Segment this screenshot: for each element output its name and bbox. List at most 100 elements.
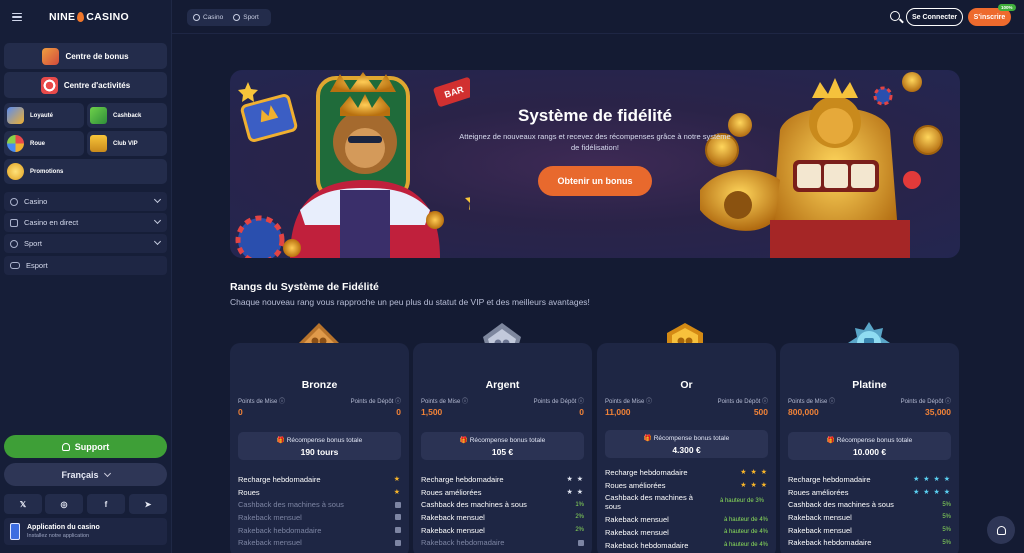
- signup-bonus-badge: 100%: [998, 4, 1016, 11]
- deposit-points-text: Points de Dépôt: [717, 399, 761, 405]
- wheel-icon: [7, 135, 24, 152]
- deposit-points-text: Points de Dépôt: [900, 399, 944, 405]
- activity-center-button[interactable]: Centre d'activités: [4, 72, 167, 98]
- rank-card-gold: Or Points de Mise ⓘ Points de Dépôt ⓘ 11…: [597, 343, 776, 553]
- deposit-points-label: Points de Dépôt ⓘ: [717, 399, 768, 405]
- feature-label: Rakeback hebdomadaire: [421, 538, 505, 548]
- reward-box: 🎁 Récompense bonus totale 4.300 €: [605, 430, 768, 458]
- feature-label: Rakeback mensuel: [421, 525, 485, 535]
- star-icon: ★: [393, 476, 401, 484]
- login-button[interactable]: Se Connecter: [906, 8, 963, 26]
- toggle-sport[interactable]: Sport: [230, 14, 262, 21]
- feature-row: Roues améliorées ★ ★: [421, 486, 584, 499]
- rank-name: Bronze: [301, 379, 338, 391]
- app-download-banner[interactable]: Application du casino Installez notre ap…: [4, 518, 167, 545]
- feature-label: Recharge hebdomadaire: [238, 474, 321, 484]
- nav-casino[interactable]: Casino: [4, 192, 167, 211]
- feature-row: Recharge hebdomadaire ★ ★: [421, 473, 584, 486]
- feature-value: à hauteur de 4%: [723, 529, 768, 536]
- reward-title-text: Récompense bonus totale: [653, 435, 730, 442]
- stake-points-value: 0: [238, 407, 243, 417]
- stake-points-text: Points de Mise: [238, 399, 278, 405]
- flame-icon: [77, 12, 85, 22]
- wheel-button[interactable]: Roue: [4, 131, 84, 156]
- hero-title: Système de fidélité: [517, 106, 672, 125]
- section-title: Rangs du Système de Fidélité: [230, 281, 379, 293]
- feature-list: Recharge hebdomadaire ★ Roues ★ Cashback d…: [238, 473, 401, 549]
- feature-label: Rakeback mensuel: [605, 527, 669, 537]
- feature-row: Roues améliorées ★ ★ ★ ★: [788, 486, 951, 499]
- toggle-casino-label: Casino: [203, 14, 224, 21]
- stake-points-text: Points de Mise: [605, 399, 645, 405]
- lock-icon: [395, 501, 401, 508]
- language-select[interactable]: Français: [4, 463, 167, 486]
- get-bonus-button[interactable]: Obtenir un bonus: [538, 166, 652, 196]
- live-chat-button[interactable]: [987, 516, 1015, 544]
- reward-box: 🎁 Récompense bonus totale 10.000 €: [788, 432, 951, 460]
- facebook-icon[interactable]: f: [87, 494, 125, 514]
- cherry-icon: [10, 197, 18, 206]
- feature-label: Roues améliorées: [788, 487, 849, 497]
- feature-value: à hauteur de 4%: [723, 542, 768, 549]
- instagram-icon[interactable]: ◎: [45, 494, 83, 514]
- nav-sport-label: Sport: [24, 239, 42, 248]
- support-label: Support: [74, 441, 110, 452]
- chevron-down-icon: [153, 237, 162, 246]
- feature-label: Roues améliorées: [605, 480, 666, 490]
- reward-title-text: Récompense bonus totale: [836, 437, 913, 444]
- feature-label: Rakeback hebdomadaire: [238, 525, 322, 535]
- nav-sport[interactable]: Sport: [4, 234, 167, 253]
- stake-points-label: Points de Mise ⓘ: [421, 399, 469, 405]
- vip-club-button[interactable]: Club VIP: [87, 131, 167, 156]
- feature-list: Recharge hebdomadaire ★ ★ ★ ★ Roues améli…: [788, 473, 951, 549]
- deposit-points-text: Points de Dépôt: [533, 399, 577, 405]
- deposit-points-value: 0: [396, 407, 401, 417]
- cashback-button[interactable]: Cashback: [87, 103, 167, 128]
- logo[interactable]: NINE CASINO: [49, 11, 129, 23]
- stake-points-value: 800,000: [788, 407, 819, 417]
- support-button[interactable]: Support: [4, 435, 167, 458]
- telegram-icon[interactable]: ➤: [129, 494, 167, 514]
- nav-live-casino[interactable]: Casino en direct: [4, 213, 167, 232]
- feature-value: 5%: [942, 527, 951, 534]
- nav-esport[interactable]: Esport: [4, 256, 167, 275]
- toggle-casino[interactable]: Casino: [190, 14, 226, 21]
- stake-points-text: Points de Mise: [421, 399, 461, 405]
- gift-icon: [42, 47, 60, 65]
- feature-row: Rakeback mensuel 5%: [788, 511, 951, 524]
- feature-value: 5%: [942, 501, 951, 508]
- feature-label: Rakeback mensuel: [605, 515, 669, 525]
- loyalty-button[interactable]: Loyauté: [4, 103, 84, 128]
- deposit-points-value: 500: [753, 407, 768, 417]
- nav-casino-label: Casino: [24, 197, 48, 206]
- menu-icon[interactable]: [12, 12, 22, 22]
- feature-list: Recharge hebdomadaire ★ ★ ★ Roues amélior…: [605, 466, 768, 551]
- loyalty-label: Loyauté: [30, 112, 54, 119]
- feature-row: Rakeback mensuel: [238, 511, 401, 524]
- crown-shield-icon: [7, 107, 24, 124]
- feature-label: Roues: [238, 487, 260, 497]
- headset-icon: [996, 525, 1006, 535]
- reward-title: 🎁 Récompense bonus totale: [459, 437, 546, 444]
- feature-value: 2%: [575, 514, 584, 521]
- stake-points-label: Points de Mise ⓘ: [605, 399, 653, 405]
- feature-label: Roues améliorées: [421, 487, 482, 497]
- promotions-label: Promotions: [30, 168, 64, 175]
- promotions-button[interactable]: Promotions: [4, 159, 167, 184]
- star-icon: ★ ★ ★: [740, 482, 768, 490]
- top-bar: Casino Sport Se Connecter S'inscrire 100…: [172, 0, 1024, 34]
- bonus-center-label: Centre de bonus: [65, 51, 129, 61]
- x-icon[interactable]: 𝕏: [4, 494, 42, 514]
- vip-club-label: Club VIP: [113, 140, 138, 147]
- coin-icon: [7, 163, 24, 180]
- feature-label: Recharge hebdomadaire: [421, 474, 504, 484]
- feature-row: Roues améliorées ★ ★ ★: [605, 479, 768, 492]
- ball-icon: [10, 239, 18, 248]
- search-icon[interactable]: [890, 11, 900, 21]
- lock-icon: [578, 539, 584, 546]
- bonus-center-button[interactable]: Centre de bonus: [4, 43, 167, 69]
- feature-value: 2%: [575, 527, 584, 534]
- feature-label: Rakeback hebdomadaire: [605, 540, 689, 550]
- feature-row: Recharge hebdomadaire ★ ★ ★: [605, 466, 768, 479]
- rank-name: Platine: [852, 379, 887, 391]
